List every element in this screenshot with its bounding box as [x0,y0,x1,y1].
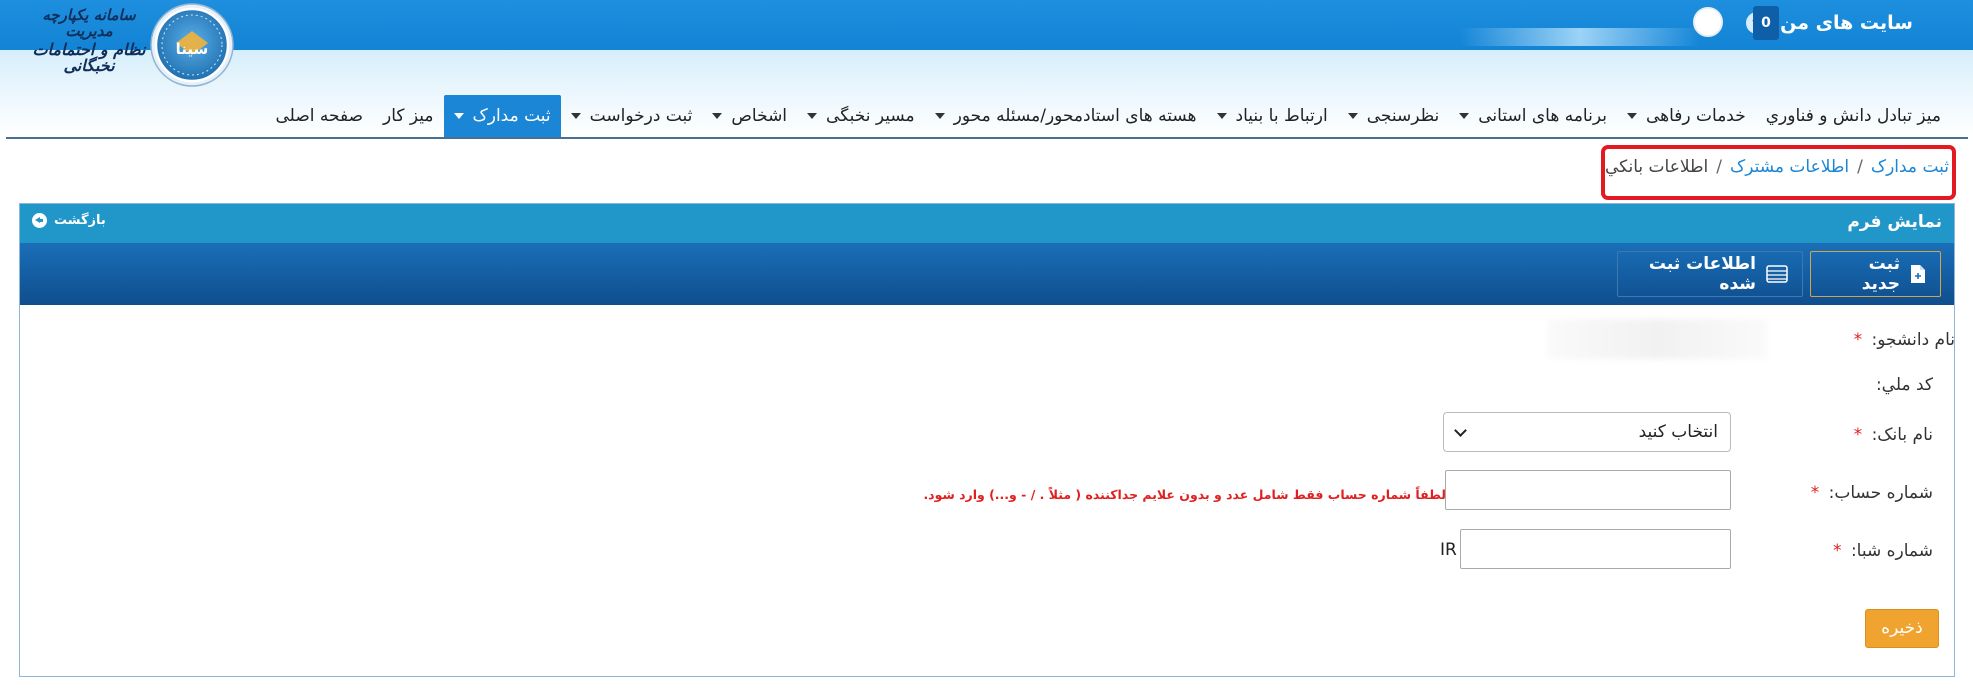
caret-down-icon [570,113,581,119]
nav-item-label: ثبت مدارک [472,106,551,126]
nav-item-7[interactable]: ارتباط با بنیاد [1207,95,1338,137]
student-name-value [1547,319,1767,359]
caret-down-icon [1626,113,1637,119]
caret-down-icon [934,113,945,119]
sheba-input[interactable] [1460,529,1731,569]
breadcrumb-separator: / [1716,157,1722,177]
panel-title: نمایش فرم [1847,212,1942,232]
panel-toolbar: ثبت جدید اطلاعات ثبت شده [20,243,1954,305]
logo-emblem-icon: سینا [150,3,234,87]
nav-item-label: برنامه های استانی [1478,106,1607,126]
account-number-input[interactable] [1445,470,1731,510]
nav-item-3[interactable]: ثبت درخواست [561,95,703,137]
registered-info-label: اطلاعات ثبت شده [1648,254,1756,294]
nav-item-label: هسته های استادمحور/مسئله محور [953,106,1197,126]
top-bar-glow [1460,28,1700,46]
nav-item-0[interactable]: صفحه اصلی [266,95,373,137]
logo-emblem-text: سینا [176,40,209,58]
breadcrumb: ثبت مدارک / اطلاعات مشترک / اطلاعات بانک… [1605,157,1949,177]
student-name-label-text: نام دانشجو: [1871,330,1955,350]
panel-header: نمایش فرم بازگشت [20,204,1954,243]
student-name-label: نام دانشجو: * [1854,330,1955,350]
required-mark: * [1833,541,1842,561]
caret-down-icon [1216,113,1227,119]
account-number-label-text: شماره حساب: [1828,483,1933,503]
sheba-prefix: IR [1440,540,1457,560]
account-number-hint: لطفاً شماره حساب فقط شامل عدد و بدون علا… [923,487,1446,502]
nav-item-label: ارتباط با بنیاد [1235,106,1328,126]
nav-item-1[interactable]: میز کار [373,95,444,137]
sheba-label: شماره شبا: * [1833,541,1933,561]
caret-down-icon [1459,113,1470,119]
nav-item-4[interactable]: اشخاص [702,95,797,137]
nav-item-label: صفحه اصلی [275,106,363,126]
required-mark: * [1853,330,1863,350]
nav-item-label: ثبت درخواست [589,106,693,126]
notification-badge[interactable]: 0 [1753,6,1779,40]
caret-down-icon [453,113,464,119]
nav-item-2[interactable]: ثبت مدارک [443,95,561,137]
nav-item-8[interactable]: نظرسنجی [1338,95,1450,137]
required-mark: * [1853,425,1863,445]
bank-name-label: نام بانک: * [1854,425,1933,445]
nav-item-label: مسیر نخبگی [826,106,915,126]
breadcrumb-item-documents[interactable]: ثبت مدارک [1871,157,1949,177]
nav-item-10[interactable]: خدمات رفاهی [1617,95,1756,137]
caret-down-icon [712,113,723,119]
breadcrumb-item-shared-info[interactable]: اطلاعات مشترک [1730,157,1849,177]
nav-item-label: نظرسنجی [1366,106,1440,126]
header-divider [6,137,1968,139]
caret-down-icon [1347,113,1358,119]
sheba-label-text: شماره شبا: [1850,541,1933,561]
logo-text-line2: نظام و احتمامات نخبگانی [32,39,146,76]
new-record-label: ثبت جدید [1861,254,1900,294]
breadcrumb-item-bank-info: اطلاعات بانکي [1604,157,1709,177]
nav-item-6[interactable]: هسته های استادمحور/مسئله محور [925,95,1207,137]
my-sites-label: سایت های من [1780,12,1913,34]
bank-select-value: انتخاب کنید [1638,422,1718,442]
new-record-button[interactable]: ثبت جدید [1810,251,1941,297]
save-button[interactable]: ذخیره [1865,609,1939,648]
registered-info-button[interactable]: اطلاعات ثبت شده [1617,251,1803,297]
breadcrumb-separator: / [1857,157,1863,177]
main-nav: صفحه اصلی میز کار ثبت مدارک ثبت درخواست اشخا… [266,95,1951,137]
back-button[interactable]: بازگشت [32,213,106,228]
nav-item-label: خدمات رفاهی [1645,106,1746,126]
caret-down-icon [807,113,818,119]
nav-item-5[interactable]: مسیر نخبگی [797,95,925,137]
nav-item-11[interactable]: میز تبادل دانش و فناوري [1756,95,1951,137]
logo-text: سامانه یکپارچه مدیریت نظام و احتمامات نخ… [30,6,148,76]
national-code-label: کد ملي: [1875,375,1933,395]
account-number-label: شماره حساب: * [1811,483,1933,503]
new-document-icon [1910,264,1926,284]
arrow-left-circle-icon [32,213,47,228]
nav-item-label: اشخاص [731,106,788,126]
logo-text-line1: سامانه یکپارچه مدیریت [42,6,136,40]
nav-item-label: میز تبادل دانش و فناوري [1765,106,1941,126]
bank-name-select[interactable]: انتخاب کنید [1443,412,1731,452]
top-bar [0,0,1973,50]
back-label: بازگشت [54,213,106,228]
bank-name-label-text: نام بانک: [1871,425,1933,445]
nav-item-9[interactable]: برنامه های استانی [1449,95,1617,137]
nav-item-label: میز کار [383,106,434,126]
chevron-down-icon [1454,423,1467,437]
user-avatar[interactable] [1693,7,1723,37]
list-icon [1766,265,1788,283]
required-mark: * [1810,483,1820,503]
